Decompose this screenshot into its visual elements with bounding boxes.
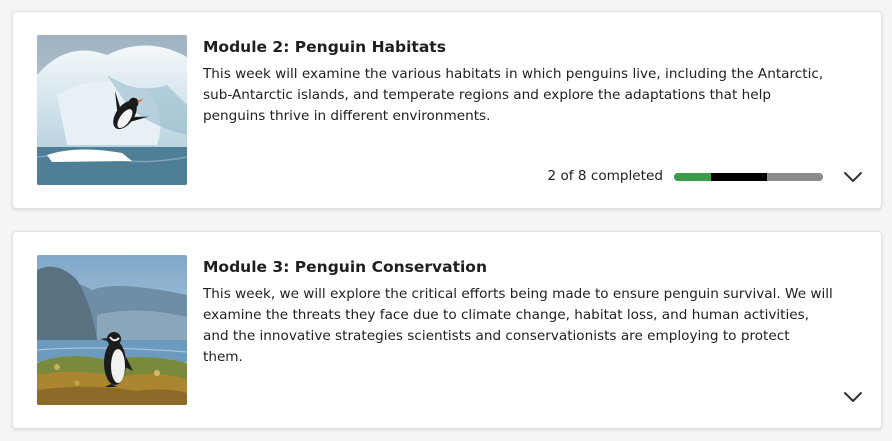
module-card-3[interactable]: Module 3: Penguin Conservation This week… xyxy=(12,231,882,429)
module-card-2[interactable]: Module 2: Penguin Habitats This week wil… xyxy=(12,11,882,209)
module-3-thumbnail xyxy=(37,255,187,405)
chevron-down-icon[interactable] xyxy=(843,390,863,404)
module-description: This week, we will explore the critical … xyxy=(203,286,833,365)
module-title: Module 2: Penguin Habitats xyxy=(203,38,446,56)
chevron-down-icon[interactable] xyxy=(843,170,863,184)
penguin-diving-image xyxy=(37,35,187,185)
penguin-coast-image xyxy=(37,255,187,405)
module-description: This week will examine the various habit… xyxy=(203,66,824,124)
progress-label: 2 of 8 completed xyxy=(547,168,664,184)
module-2-thumbnail xyxy=(37,35,187,185)
progress-bar xyxy=(674,173,823,181)
progress-remaining-segment xyxy=(767,173,823,181)
module-title: Module 3: Penguin Conservation xyxy=(203,258,487,276)
progress-completed-segment xyxy=(674,173,712,181)
progress-in-progress-segment xyxy=(711,173,768,181)
